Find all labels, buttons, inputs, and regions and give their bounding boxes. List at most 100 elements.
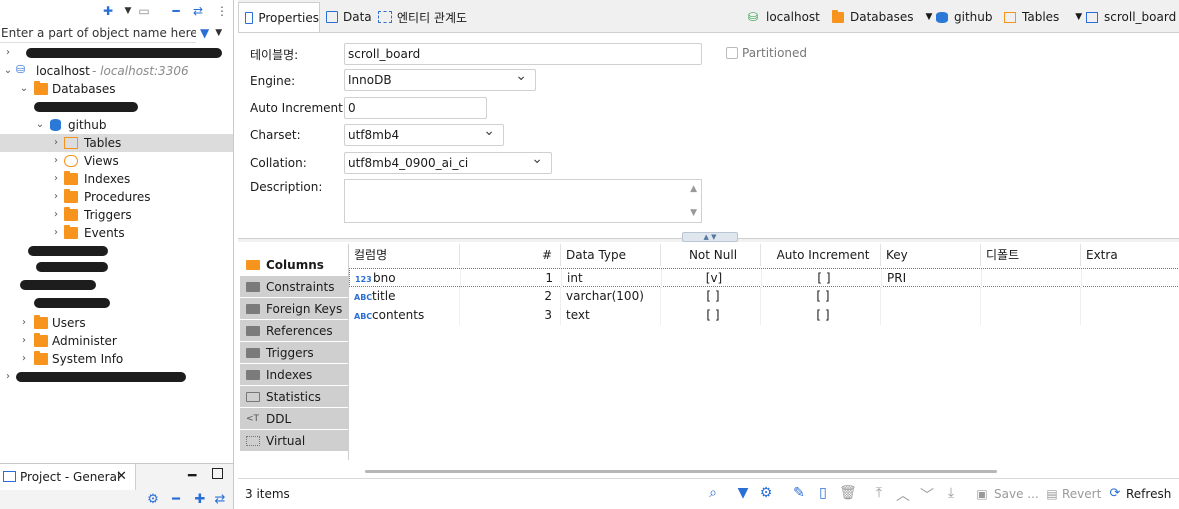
move-up-icon[interactable]: ︿ bbox=[895, 485, 911, 504]
filter-icon[interactable]: ▼ ▼ bbox=[200, 25, 230, 41]
subtab-indexes[interactable]: Indexes bbox=[240, 364, 348, 386]
tree-node-system-info[interactable]: › System Info bbox=[0, 350, 233, 368]
cell-default[interactable] bbox=[981, 287, 1081, 306]
view-menu-icon[interactable]: ⋮ bbox=[214, 3, 230, 19]
chevron-right-icon[interactable]: › bbox=[18, 332, 30, 350]
chevron-right-icon[interactable]: › bbox=[50, 206, 62, 224]
column-header-name[interactable]: 컬럼명 bbox=[349, 244, 460, 266]
chevron-right-icon[interactable]: › bbox=[18, 350, 30, 368]
dropdown-arrow-icon[interactable]: ▼ bbox=[926, 12, 933, 22]
table-name-input[interactable]: scroll_board bbox=[344, 43, 702, 65]
cell-auto-increment[interactable]: [ ] bbox=[761, 306, 881, 325]
tree-node-views[interactable]: › Views bbox=[0, 152, 233, 170]
scroll-down-icon[interactable]: ▼ bbox=[690, 208, 697, 218]
subtab-constraints[interactable]: Constraints bbox=[240, 276, 348, 298]
expand-icon[interactable]: ✚ bbox=[192, 492, 208, 508]
dropdown-arrow-icon[interactable]: ▼ bbox=[1075, 12, 1082, 22]
partitioned-checkbox[interactable]: Partitioned bbox=[726, 46, 807, 60]
edit-icon[interactable]: ✎ bbox=[791, 485, 807, 503]
tab-properties[interactable]: Properties bbox=[238, 2, 320, 32]
cell-not-null[interactable]: [v] bbox=[662, 269, 762, 288]
tree-node-events[interactable]: › Events bbox=[0, 224, 233, 242]
tree-node-users[interactable]: › Users bbox=[0, 314, 233, 332]
subtab-triggers[interactable]: Triggers bbox=[240, 342, 348, 364]
column-header-default[interactable]: 디폴트 bbox=[981, 244, 1081, 266]
collapse-icon[interactable]: ━ bbox=[168, 492, 184, 508]
tree-node-redacted[interactable]: › bbox=[0, 368, 233, 386]
tree-node-redacted[interactable] bbox=[0, 98, 233, 116]
tree-node-localhost[interactable]: ⌄ ⛁ localhost - localhost:3306 bbox=[0, 62, 233, 80]
table-row[interactable]: 123bno 1 int [v] [ ] PRI bbox=[349, 268, 1179, 288]
cell-extra[interactable] bbox=[1081, 287, 1179, 306]
new-folder-icon[interactable]: ▭ bbox=[136, 3, 152, 19]
tree-node-github[interactable]: ⌄ github bbox=[0, 116, 233, 134]
chevron-right-icon[interactable]: › bbox=[2, 44, 14, 62]
splitter-toggle-icon[interactable]: ▲ ▼ bbox=[682, 232, 738, 242]
chevron-right-icon[interactable]: › bbox=[50, 188, 62, 206]
subtab-statistics[interactable]: Statistics bbox=[240, 386, 348, 408]
breadcrumb-host[interactable]: ⛁ localhost bbox=[748, 8, 820, 26]
refresh-button[interactable]: Refresh bbox=[1126, 487, 1171, 501]
scroll-up-icon[interactable]: ▲ bbox=[690, 184, 697, 194]
chevron-right-icon[interactable]: › bbox=[50, 134, 62, 152]
tab-project-general[interactable]: Project - General ✕ bbox=[0, 464, 136, 490]
tab-data[interactable]: Data bbox=[320, 2, 372, 32]
subtab-virtual[interactable]: Virtual bbox=[240, 430, 348, 452]
subtab-references[interactable]: References bbox=[240, 320, 348, 342]
search-icon[interactable]: ⌕ bbox=[705, 485, 721, 503]
tree-node-tables[interactable]: › Tables bbox=[0, 134, 233, 152]
description-textarea[interactable]: ▲ ▼ bbox=[344, 179, 702, 223]
subtab-columns[interactable]: Columns bbox=[240, 254, 348, 276]
cell-not-null[interactable]: [ ] bbox=[661, 306, 761, 325]
cell-default[interactable] bbox=[982, 269, 1082, 288]
link-editor-icon[interactable]: ⇄ bbox=[190, 3, 206, 19]
move-down-icon[interactable]: ﹀ bbox=[919, 485, 935, 504]
filter-icon[interactable]: ▼ bbox=[735, 485, 751, 503]
tree-node-procedures[interactable]: › Procedures bbox=[0, 188, 233, 206]
cell-default[interactable] bbox=[981, 306, 1081, 325]
chevron-right-icon[interactable]: › bbox=[50, 170, 62, 188]
auto-increment-input[interactable]: 0 bbox=[344, 97, 487, 119]
add-column-icon[interactable]: ▯ bbox=[815, 485, 831, 503]
breadcrumb-table[interactable]: scroll_board bbox=[1086, 8, 1176, 26]
gear-icon[interactable]: ⚙ bbox=[758, 485, 774, 503]
save-icon[interactable]: ▣ bbox=[974, 487, 990, 505]
subtab-foreign-keys[interactable]: Foreign Keys bbox=[240, 298, 348, 320]
tree-node-databases[interactable]: ⌄ Databases bbox=[0, 80, 233, 98]
filter-input[interactable] bbox=[0, 23, 196, 43]
column-header-num[interactable]: # bbox=[460, 244, 561, 266]
cell-auto-increment[interactable]: [ ] bbox=[761, 287, 881, 306]
chevron-right-icon[interactable]: › bbox=[2, 368, 14, 386]
charset-select[interactable]: utf8mb4 bbox=[344, 121, 504, 146]
chevron-down-icon[interactable]: ⌄ bbox=[2, 62, 14, 80]
breadcrumb-db[interactable]: github bbox=[936, 8, 992, 26]
cell-not-null[interactable]: [ ] bbox=[661, 287, 761, 306]
table-row[interactable]: ABCtitle 2 varchar(100) [ ] [ ] bbox=[349, 287, 1179, 306]
breadcrumb-databases[interactable]: Databases ▼ bbox=[832, 8, 932, 26]
move-top-icon[interactable]: ⤒ bbox=[871, 485, 887, 503]
collation-select[interactable]: utf8mb4_0900_ai_ci bbox=[344, 149, 552, 174]
close-icon[interactable]: ✕ bbox=[116, 469, 127, 484]
revert-button[interactable]: Revert bbox=[1062, 487, 1101, 501]
cell-extra[interactable] bbox=[1081, 306, 1179, 325]
chevron-down-icon[interactable]: ⌄ bbox=[34, 116, 46, 134]
save-button[interactable]: Save ... bbox=[994, 487, 1039, 501]
tree-node-redacted[interactable]: › bbox=[0, 44, 233, 62]
gear-icon[interactable]: ⚙ bbox=[145, 492, 161, 508]
new-connection-icon[interactable]: ✚ bbox=[100, 3, 116, 19]
tree-node-administer[interactable]: › Administer bbox=[0, 332, 233, 350]
horizontal-scrollbar[interactable] bbox=[365, 470, 997, 473]
chevron-right-icon[interactable]: › bbox=[50, 152, 62, 170]
dropdown-arrow-icon[interactable]: ▼ bbox=[120, 3, 136, 19]
column-header-key[interactable]: Key bbox=[881, 244, 981, 266]
maximize-icon[interactable] bbox=[212, 468, 223, 479]
tree-node-indexes[interactable]: › Indexes bbox=[0, 170, 233, 188]
column-header-type[interactable]: Data Type bbox=[561, 244, 661, 266]
table-row[interactable]: ABCcontents 3 text [ ] [ ] bbox=[349, 306, 1179, 325]
refresh-icon[interactable]: ⟳ bbox=[1107, 486, 1123, 504]
cell-auto-increment[interactable]: [ ] bbox=[762, 269, 882, 288]
chevron-down-icon[interactable]: ⌄ bbox=[18, 80, 30, 98]
link-icon[interactable]: ⇄ bbox=[212, 492, 228, 508]
delete-icon[interactable]: 🗑 bbox=[839, 485, 857, 503]
move-bottom-icon[interactable]: ⤓ bbox=[943, 485, 959, 503]
